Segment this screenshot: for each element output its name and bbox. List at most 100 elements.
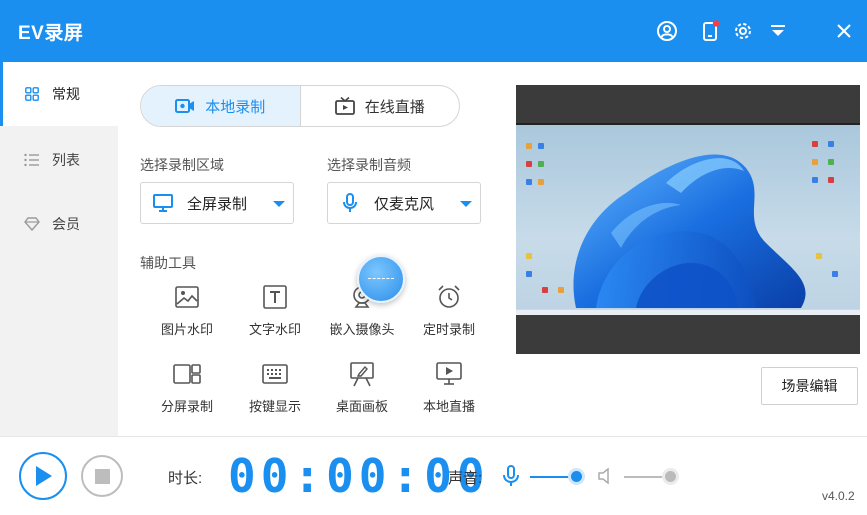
tool-label: 文字水印 — [248, 322, 301, 337]
speaker-volume-knob[interactable] — [665, 471, 677, 482]
diamond-icon — [24, 216, 40, 232]
floating-ball[interactable] — [357, 255, 405, 303]
user-icon[interactable] — [655, 19, 679, 43]
record-area-select[interactable]: 全屏录制 — [140, 182, 294, 224]
image-icon — [173, 283, 201, 311]
tool-label: 本地直播 — [422, 399, 475, 414]
desktop-icon — [538, 143, 544, 149]
desktop-icon — [832, 271, 838, 277]
tab-online-live[interactable]: 在线直播 — [299, 86, 460, 126]
tool-key-display[interactable]: 按键显示 — [237, 360, 313, 420]
record-area-label: 选择录制区域 — [140, 157, 224, 173]
settings-icon[interactable] — [731, 19, 755, 43]
text-icon — [261, 283, 289, 311]
mic-volume-fill — [530, 476, 577, 478]
tool-desktop-sketchpad[interactable]: 桌面画板 — [324, 360, 400, 420]
sidebar-item-label: 常规 — [52, 86, 80, 102]
tool-label: 嵌入摄像头 — [329, 322, 395, 337]
app-title: EV录屏 — [18, 23, 84, 44]
wallpaper-bloom — [573, 154, 806, 308]
mode-tabs: 本地录制 在线直播 — [140, 85, 460, 127]
mic-volume-knob[interactable] — [571, 471, 583, 482]
version-label: v4.0.2 — [822, 489, 855, 503]
split-screen-icon — [173, 360, 201, 388]
sidebar: 常规 列表 会员 — [0, 62, 118, 436]
tab-local-record[interactable]: 本地录制 — [141, 86, 300, 126]
timer-hours: 00 — [228, 449, 294, 503]
desktop-icon — [542, 287, 548, 293]
list-icon — [24, 152, 40, 168]
title-bar: EV录屏 — [0, 0, 867, 62]
start-record-button[interactable] — [19, 452, 67, 500]
grid-icon — [24, 86, 40, 102]
desktop-icon — [828, 177, 834, 183]
tool-scheduled-record[interactable]: 定时录制 — [411, 283, 487, 343]
desktop-icon — [526, 179, 532, 185]
desktop-icon — [812, 177, 818, 183]
desktop-icon — [526, 253, 532, 259]
desktop-icon — [526, 161, 532, 167]
microphone-icon — [340, 193, 360, 213]
record-audio-select[interactable]: 仅麦克风 — [327, 182, 481, 224]
chevron-down-icon — [460, 201, 472, 207]
minimize-to-tray-icon[interactable] — [766, 19, 790, 43]
record-audio-value: 仅麦克风 — [374, 195, 435, 213]
tools-label: 辅助工具 — [140, 255, 196, 271]
tab-label: 本地录制 — [205, 98, 266, 116]
desktop-icon — [828, 159, 834, 165]
screen-play-icon — [435, 360, 463, 388]
sidebar-item-general[interactable]: 常规 — [0, 62, 118, 126]
stop-icon — [94, 468, 110, 484]
desktop-thumbnail — [516, 123, 860, 315]
tool-split-screen[interactable]: 分屏录制 — [149, 360, 225, 420]
sidebar-item-member[interactable]: 会员 — [0, 192, 118, 256]
screen-preview — [516, 85, 860, 354]
stop-record-button[interactable] — [81, 455, 123, 497]
volume-label: 声音: — [448, 470, 483, 487]
desktop-icon — [558, 287, 564, 293]
desktop-icon — [526, 271, 532, 277]
easel-icon — [348, 360, 376, 388]
desktop-icon — [538, 161, 544, 167]
keyboard-icon — [261, 360, 289, 388]
alarm-icon — [435, 283, 463, 311]
speaker-volume-fill — [624, 476, 671, 478]
record-audio-label: 选择录制音频 — [327, 157, 411, 173]
desktop-icon — [828, 141, 834, 147]
record-area-value: 全屏录制 — [187, 195, 248, 213]
tool-text-watermark[interactable]: 文字水印 — [237, 283, 313, 343]
speaker-icon[interactable] — [597, 467, 613, 485]
thumbnail-taskbar — [516, 309, 860, 315]
timer-separator: : — [293, 449, 327, 503]
play-icon — [36, 466, 52, 486]
tool-label: 分屏录制 — [160, 399, 213, 414]
tool-local-live[interactable]: 本地直播 — [411, 360, 487, 420]
phone-icon[interactable] — [698, 19, 722, 43]
tool-label: 定时录制 — [422, 322, 475, 337]
monitor-icon — [153, 193, 173, 213]
tool-label: 桌面画板 — [335, 399, 388, 414]
scene-edit-button[interactable]: 场景编辑 — [761, 367, 858, 405]
sidebar-item-label: 列表 — [52, 152, 80, 168]
timer-separator: : — [391, 449, 425, 503]
desktop-icon — [538, 179, 544, 185]
record-icon — [175, 99, 195, 113]
tool-image-watermark[interactable]: 图片水印 — [149, 283, 225, 343]
floating-ball-line — [368, 278, 394, 279]
desktop-icon — [816, 253, 822, 259]
sidebar-item-list[interactable]: 列表 — [0, 128, 118, 192]
tab-label: 在线直播 — [364, 98, 425, 116]
microphone-icon[interactable] — [502, 465, 520, 487]
tv-icon — [334, 97, 355, 115]
timer-minutes: 00 — [326, 449, 392, 503]
tool-label: 按键显示 — [248, 399, 301, 414]
duration-label: 时长: — [168, 470, 203, 487]
desktop-icon — [526, 143, 532, 149]
close-icon[interactable] — [832, 19, 856, 43]
chevron-down-icon — [273, 201, 285, 207]
bottom-bar: 时长: 00:00:00 声音: v4.0.2 — [0, 436, 867, 515]
tool-label: 图片水印 — [160, 322, 213, 337]
sidebar-item-label: 会员 — [52, 216, 80, 232]
desktop-icon — [812, 141, 818, 147]
desktop-icon — [812, 159, 818, 165]
